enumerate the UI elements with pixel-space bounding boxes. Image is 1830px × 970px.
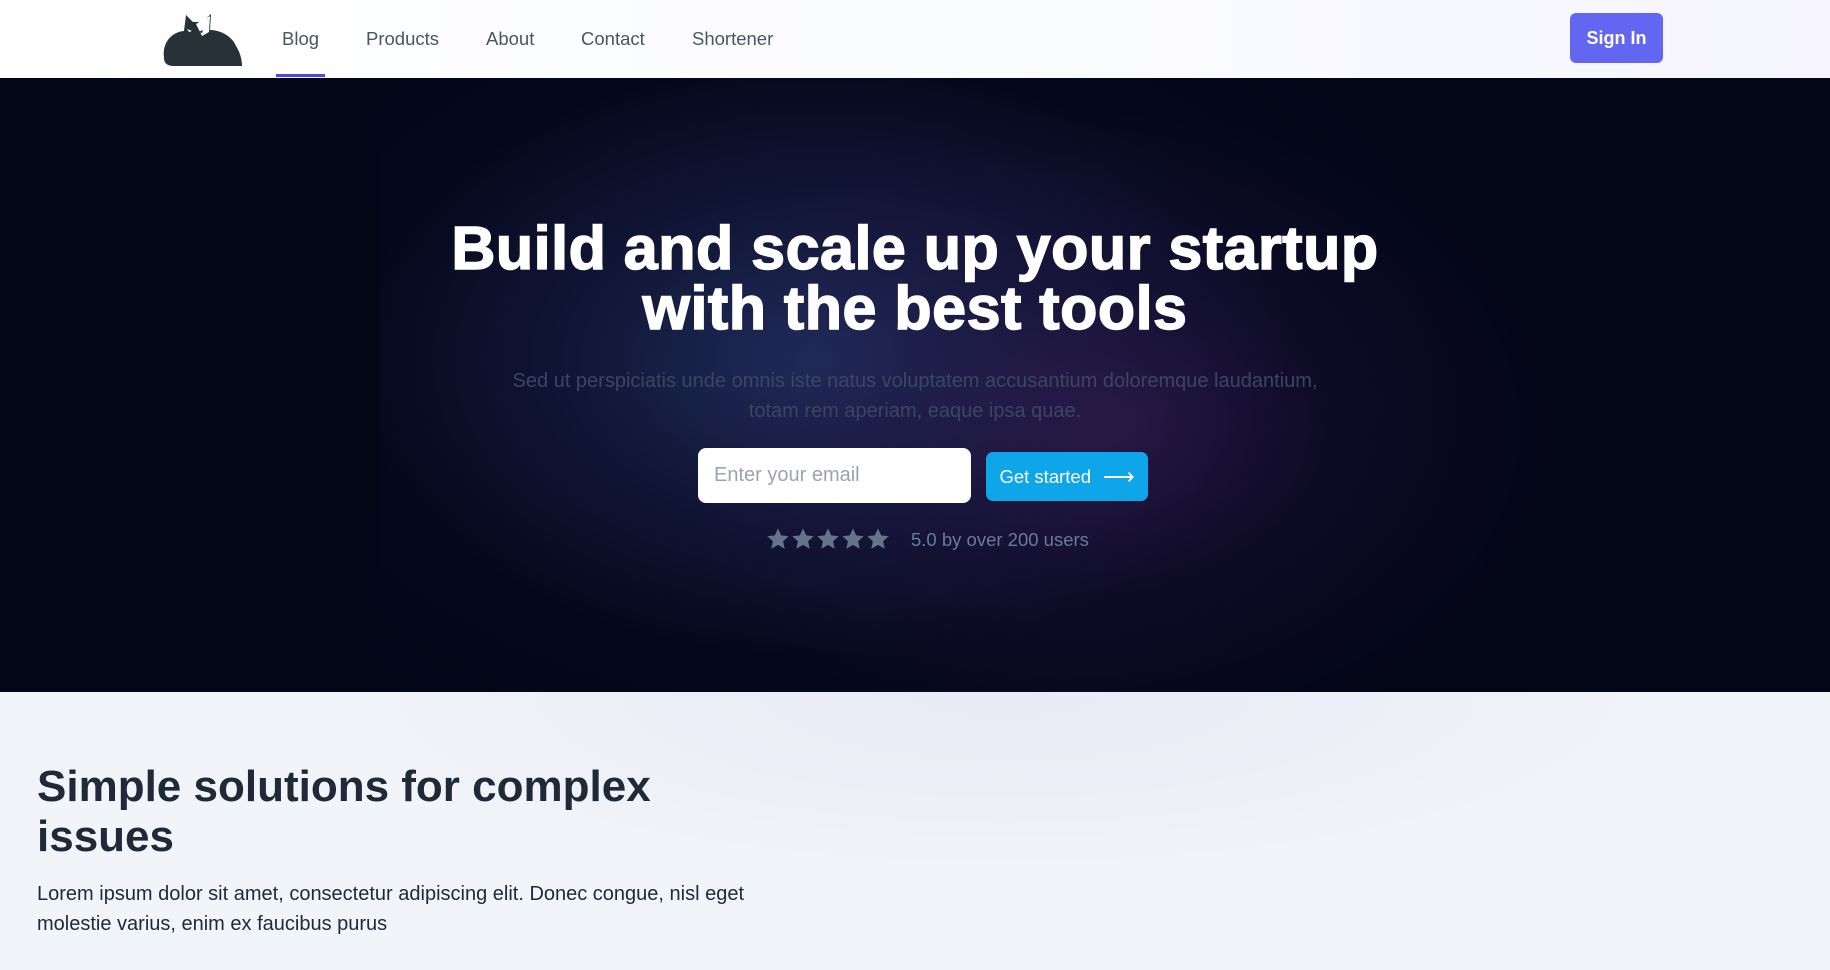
hero-section: Build and scale up your startup with the… bbox=[0, 78, 1830, 692]
nav-link-shortener[interactable]: Shortener bbox=[692, 28, 773, 50]
rating-text: 5.0 by over 200 users bbox=[911, 529, 1089, 550]
section-text: Lorem ipsum dolor sit amet, consectetur … bbox=[37, 883, 745, 935]
star-icon bbox=[767, 528, 789, 549]
sign-in-button[interactable]: Sign In bbox=[1570, 13, 1663, 63]
rating-stars bbox=[766, 527, 890, 551]
star-icon bbox=[867, 528, 889, 549]
email-input[interactable] bbox=[698, 448, 971, 503]
top-navbar: Blog Products About Contact Shortener Si… bbox=[0, 0, 1830, 78]
features-section: Simple solutions for complex issues Lore… bbox=[0, 692, 1830, 970]
hero-title-line2: with the best tools bbox=[642, 274, 1188, 342]
hero-title: Build and scale up your startup with the… bbox=[0, 217, 1830, 340]
section-title: Simple solutions for complex issues bbox=[37, 762, 651, 861]
star-icon bbox=[842, 528, 864, 549]
star-icon bbox=[792, 528, 814, 549]
hero-title-line1: Build and scale up your startup bbox=[451, 214, 1379, 282]
get-started-label: Get started bbox=[999, 465, 1091, 487]
arrow-right-icon: ⟶ bbox=[1102, 463, 1135, 489]
get-started-button[interactable]: Get started ⟶ bbox=[986, 452, 1148, 501]
nav-link-about[interactable]: About bbox=[486, 28, 534, 50]
star-icon bbox=[817, 528, 839, 549]
nav-link-contact[interactable]: Contact bbox=[581, 28, 645, 50]
hero-subtitle-line2: totam rem aperiam, eaque ipsa quae. bbox=[748, 400, 1082, 422]
nav-link-products[interactable]: Products bbox=[366, 28, 439, 50]
nav-link-blog[interactable]: Blog bbox=[275, 28, 326, 77]
hero-subtitle: Sed ut perspiciatis unde omnis iste natu… bbox=[0, 366, 1830, 426]
hero-subtitle-line1: Sed ut perspiciatis unde omnis iste natu… bbox=[512, 370, 1318, 392]
cat-logo-icon[interactable] bbox=[162, 12, 248, 66]
